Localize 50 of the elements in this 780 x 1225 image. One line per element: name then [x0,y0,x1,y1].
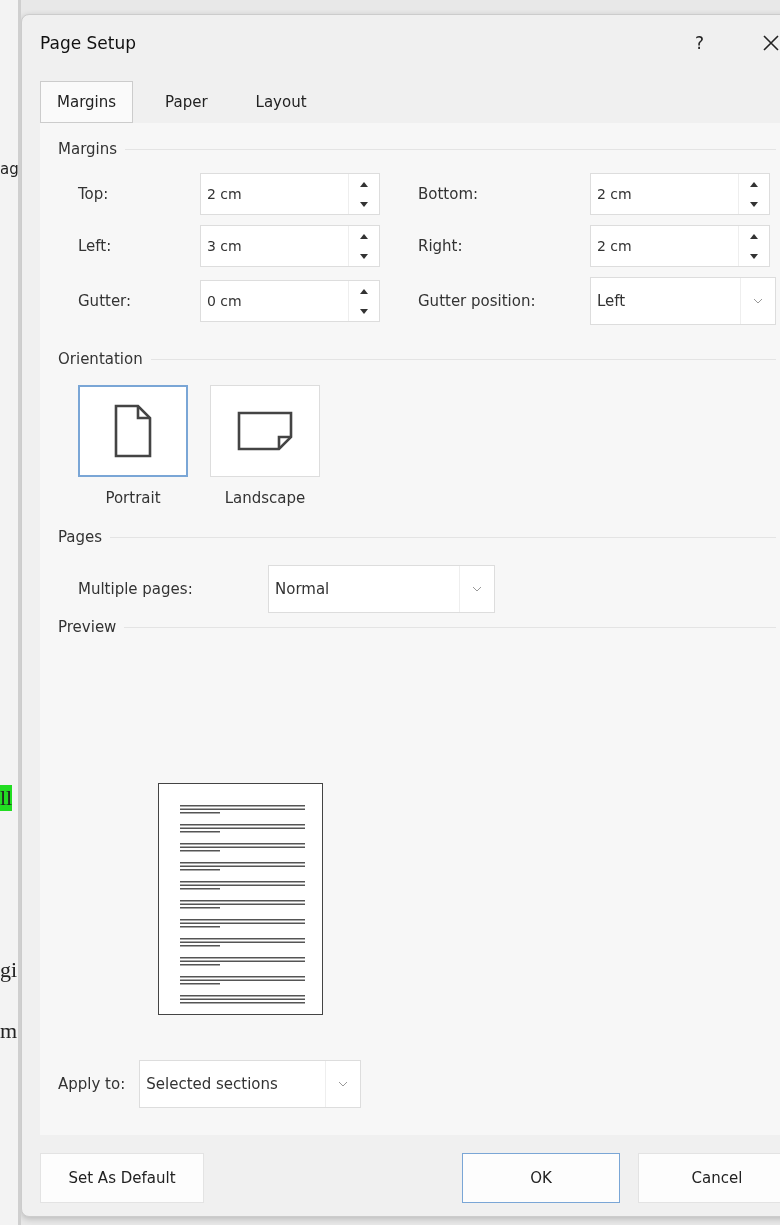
document-text-fragment: m [0,1018,18,1044]
document-text-fragment: gi [0,957,18,983]
chevron-icon [753,298,763,304]
up-arrow-icon [360,233,368,239]
down-arrow-icon [750,201,758,207]
orientation-label: Portrait [105,489,161,507]
spin-field[interactable]: 2 cm [590,173,770,215]
spin-field[interactable]: 2 cm [200,173,380,215]
chevron-icon [472,586,482,592]
dialog-button[interactable]: Set As Default [40,1153,204,1203]
field-label: Gutter position: [417,292,537,310]
section-heading: Margins [58,140,118,158]
dialog-button[interactable]: Cancel [638,1153,780,1203]
dialog-button[interactable]: OK [462,1153,620,1203]
field-label: Gutter: [78,292,133,310]
chevron-icon [338,1081,349,1087]
down-arrow-icon [360,253,368,259]
field-label: Multiple pages: [78,580,194,598]
orientation-button[interactable] [78,385,188,477]
up-arrow-icon [750,181,758,187]
window-title: Page Setup [40,33,138,53]
field-label: Left: [78,237,113,255]
landscape-page-icon [237,411,293,451]
spin-field[interactable]: 2 cm [590,225,770,267]
down-arrow-icon [750,253,758,259]
close-button[interactable] [762,34,780,52]
up-arrow-icon [360,181,368,187]
down-arrow-icon [360,201,368,207]
field-label: Right: [417,237,464,255]
document-text-fragment: ag [0,160,19,178]
dropdown[interactable]: Left [590,277,776,325]
field-label: Bottom: [417,185,480,203]
section-heading: Orientation [58,350,143,368]
spin-field[interactable]: 3 cm [200,225,380,267]
up-arrow-icon [360,288,368,294]
document-text-fragment: ll [0,785,13,811]
section-heading: Pages [58,528,103,546]
close-icon [762,34,780,52]
portrait-page-icon [114,404,152,458]
help-button[interactable]: ? [688,32,710,54]
dropdown[interactable]: Selected sections [139,1060,362,1108]
down-arrow-icon [360,308,368,314]
spin-field[interactable]: 0 cm [200,280,380,322]
dropdown[interactable]: Normal [268,565,495,613]
field-label: Top: [78,185,110,203]
section-heading: Preview [58,618,117,636]
tab[interactable]: Margins [40,81,134,123]
field-label: Apply to: [58,1075,126,1093]
up-arrow-icon [750,233,758,239]
orientation-label: Landscape [224,489,306,507]
